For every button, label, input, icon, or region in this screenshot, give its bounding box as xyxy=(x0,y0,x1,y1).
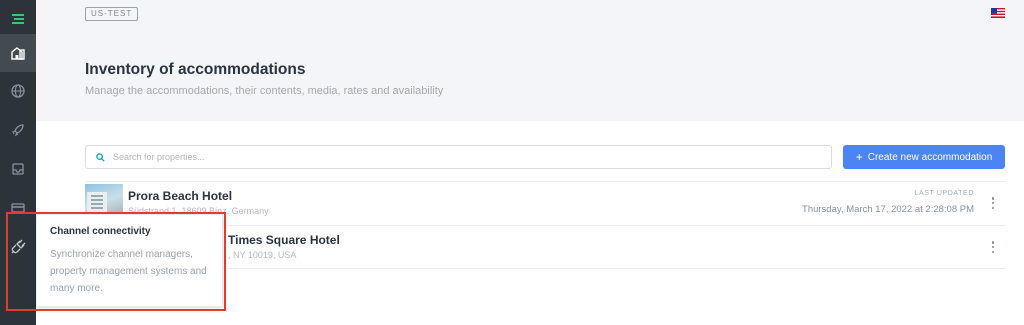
last-updated-label: LAST UPDATED xyxy=(914,190,974,197)
rocket-icon[interactable] xyxy=(0,111,36,149)
accommodations-icon[interactable] xyxy=(0,34,36,72)
globe-icon[interactable] xyxy=(0,72,36,110)
search-icon xyxy=(96,153,105,162)
inbox-icon[interactable] xyxy=(0,150,36,188)
plus-icon: + xyxy=(855,150,863,164)
page-subtitle: Manage the accommodations, their content… xyxy=(85,85,444,97)
more-options-icon[interactable] xyxy=(989,240,997,254)
page-header: US-TEST Inventory of accommodations Mana… xyxy=(36,0,1024,121)
create-accommodation-button[interactable]: + Create new accommodation xyxy=(843,145,1005,169)
create-accommodation-label: Create new accommodation xyxy=(867,151,993,163)
us-flag-icon[interactable] xyxy=(991,8,1005,18)
menu-logo-icon[interactable] xyxy=(0,0,36,38)
highlight-box xyxy=(6,212,226,311)
last-updated-value: Thursday, March 17, 2022 at 2:28:08 PM xyxy=(802,204,974,215)
hotel-name[interactable]: Prora Beach Hotel xyxy=(128,189,232,203)
environment-badge: US-TEST xyxy=(85,7,139,21)
search-field[interactable] xyxy=(85,145,832,169)
hotel-name[interactable]: Times Square Hotel xyxy=(228,233,340,247)
hotel-thumbnail[interactable] xyxy=(85,184,123,214)
hotel-address: , NY 10019, USA xyxy=(228,250,297,260)
page-title: Inventory of accommodations xyxy=(85,61,306,78)
more-options-icon[interactable] xyxy=(989,196,997,210)
search-input[interactable] xyxy=(113,149,813,165)
